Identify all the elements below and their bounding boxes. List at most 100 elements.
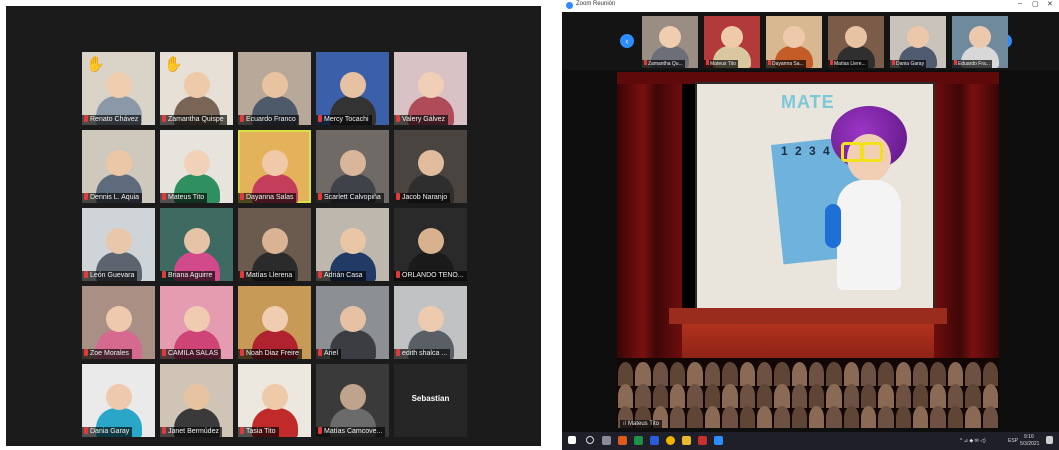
participant-name: Matías Camcove... — [324, 428, 383, 435]
participant-name-label: Briana Aguirre — [160, 271, 216, 281]
participant-name-label: Valery Gálvez — [394, 115, 449, 125]
muted-mic-icon — [162, 427, 166, 434]
participant-tile-video-off[interactable]: Sebastian — [394, 364, 467, 437]
participant-tile[interactable]: ORLANDO TENO... — [394, 208, 467, 281]
participant-tile[interactable]: Ariel — [316, 286, 389, 359]
participant-name-label: Zamantha Quispe — [160, 115, 227, 125]
language-indicator[interactable]: ESP — [1008, 438, 1018, 444]
muted-mic-icon — [240, 349, 244, 356]
prev-page-arrow-icon[interactable]: ‹ — [620, 34, 634, 48]
participant-tile[interactable]: ✋ Renato Chávez — [82, 52, 155, 125]
clock-date[interactable]: 5/3/2021 — [1020, 441, 1039, 447]
audience-seat — [791, 406, 807, 428]
pdf-reader-icon[interactable] — [698, 436, 707, 445]
audience-seat — [618, 384, 634, 408]
participant-tile[interactable]: Adrián Casa — [316, 208, 389, 281]
windows-start-icon[interactable] — [568, 436, 576, 444]
thumbnail-tile[interactable]: Matías Llere... — [828, 16, 884, 68]
participant-name: ORLANDO TENO... — [402, 272, 464, 279]
participant-tile[interactable]: Matías Camcove... — [316, 364, 389, 437]
muted-mic-icon — [768, 60, 771, 65]
search-icon[interactable] — [586, 436, 594, 444]
thumbnail-tile[interactable]: Dania Garay — [890, 16, 946, 68]
participant-head — [184, 306, 210, 332]
participant-tile[interactable]: Dennis L. Aquia — [82, 130, 155, 203]
file-explorer-icon[interactable] — [682, 436, 691, 445]
notification-icon[interactable] — [1046, 436, 1053, 444]
participant-tile[interactable]: ✋ Zamantha Quispe — [160, 52, 233, 125]
participant-tile[interactable]: Tasia Tito — [238, 364, 311, 437]
participant-name: Ecuardo Franco — [246, 116, 296, 123]
glasses-left — [841, 142, 863, 162]
system-tray[interactable]: ^ ⊿ ◆ ✉ ◁) — [960, 438, 986, 444]
audience-seat — [756, 362, 773, 386]
thumbnail-tile[interactable]: Eduardo Fra... — [952, 16, 1008, 68]
participant-name: CAMILA SALAS — [168, 350, 219, 357]
muted-mic-icon — [240, 271, 244, 278]
zoom-taskbar-icon[interactable] — [714, 436, 723, 445]
muted-mic-icon — [396, 193, 400, 200]
muted-mic-icon — [84, 193, 88, 200]
participant-head — [418, 72, 444, 98]
muted-mic-icon — [318, 271, 322, 278]
participant-tile[interactable]: Janet Bermúdez — [160, 364, 233, 437]
audience-seat — [670, 406, 686, 428]
audience-seat — [704, 362, 721, 386]
audience-seat — [843, 362, 860, 386]
muted-mic-icon — [830, 60, 833, 65]
audience-seat — [704, 384, 721, 408]
participant-tile[interactable]: Valery Gálvez — [394, 52, 467, 125]
audience-seat — [722, 384, 738, 408]
participant-tile[interactable]: Jacob Naranjo — [394, 130, 467, 203]
speaker-name-text: Mateus Tito — [628, 421, 660, 427]
participant-name-label: Ariel — [316, 349, 342, 359]
audience-seat — [861, 384, 877, 408]
participant-tile[interactable]: Scarlett Calvopiña — [316, 130, 389, 203]
audience-seat — [982, 362, 998, 386]
thumbnail-tile[interactable]: Mateus Tito — [704, 16, 760, 68]
participant-tile[interactable]: León Guevara — [82, 208, 155, 281]
audience-seat — [739, 384, 755, 408]
window-title: Zoom Reunión — [576, 1, 616, 7]
maximize-button[interactable]: ▢ — [1032, 0, 1039, 8]
speaker-video: MATE 1 2 3 4 — [697, 84, 933, 308]
office-icon[interactable] — [618, 436, 627, 445]
muted-mic-icon — [396, 349, 400, 356]
thumbnail-tile[interactable]: Dayanna Sa... — [766, 16, 822, 68]
minimize-button[interactable]: – — [1018, 0, 1022, 7]
participant-tile[interactable]: CAMILA SALAS — [160, 286, 233, 359]
participant-tile[interactable]: Ecuardo Franco — [238, 52, 311, 125]
participant-tile[interactable]: Zoe Morales — [82, 286, 155, 359]
participant-tile[interactable]: Briana Aguirre — [160, 208, 233, 281]
word-icon[interactable] — [650, 436, 659, 445]
audience-seat — [965, 384, 981, 408]
chrome-icon[interactable] — [666, 436, 675, 445]
thumbnail-tile[interactable]: Zamantha Qu... — [642, 16, 698, 68]
participant-strip: ‹ › Zamantha Qu...Mateus TitoDayanna Sa.… — [562, 12, 1059, 70]
audience-seat — [947, 384, 964, 408]
audience-seat — [895, 362, 912, 386]
participant-tile[interactable]: Mercy Tocachi — [316, 52, 389, 125]
participant-tile[interactable]: Mateus Tito — [160, 130, 233, 203]
participant-name-label: Dayanna Salas — [238, 193, 297, 203]
participant-head — [340, 228, 366, 254]
excel-icon[interactable] — [634, 436, 643, 445]
audience-seat — [913, 406, 929, 428]
task-view-icon[interactable] — [602, 436, 611, 445]
audience-seat — [947, 362, 964, 386]
participant-tile[interactable]: edith shalca ... — [394, 286, 467, 359]
participant-tile[interactable]: Dayanna Salas — [238, 130, 311, 203]
participant-tile[interactable]: Noah Diaz Freire — [238, 286, 311, 359]
close-button[interactable]: ✕ — [1047, 0, 1053, 8]
participant-head — [106, 306, 132, 332]
clock-time[interactable]: 9:16 — [1024, 434, 1034, 440]
muted-mic-icon — [162, 115, 166, 122]
participant-name: Ariel — [324, 350, 339, 357]
muted-mic-icon — [318, 193, 322, 200]
audience-seat — [635, 362, 651, 386]
participant-tile[interactable]: Dania Garay — [82, 364, 155, 437]
thumbnail-name-label: Mateus Tito — [704, 60, 738, 68]
audience-seat — [861, 362, 877, 386]
participant-tile[interactable]: Matías Llerena — [238, 208, 311, 281]
audience-seat — [756, 406, 773, 428]
